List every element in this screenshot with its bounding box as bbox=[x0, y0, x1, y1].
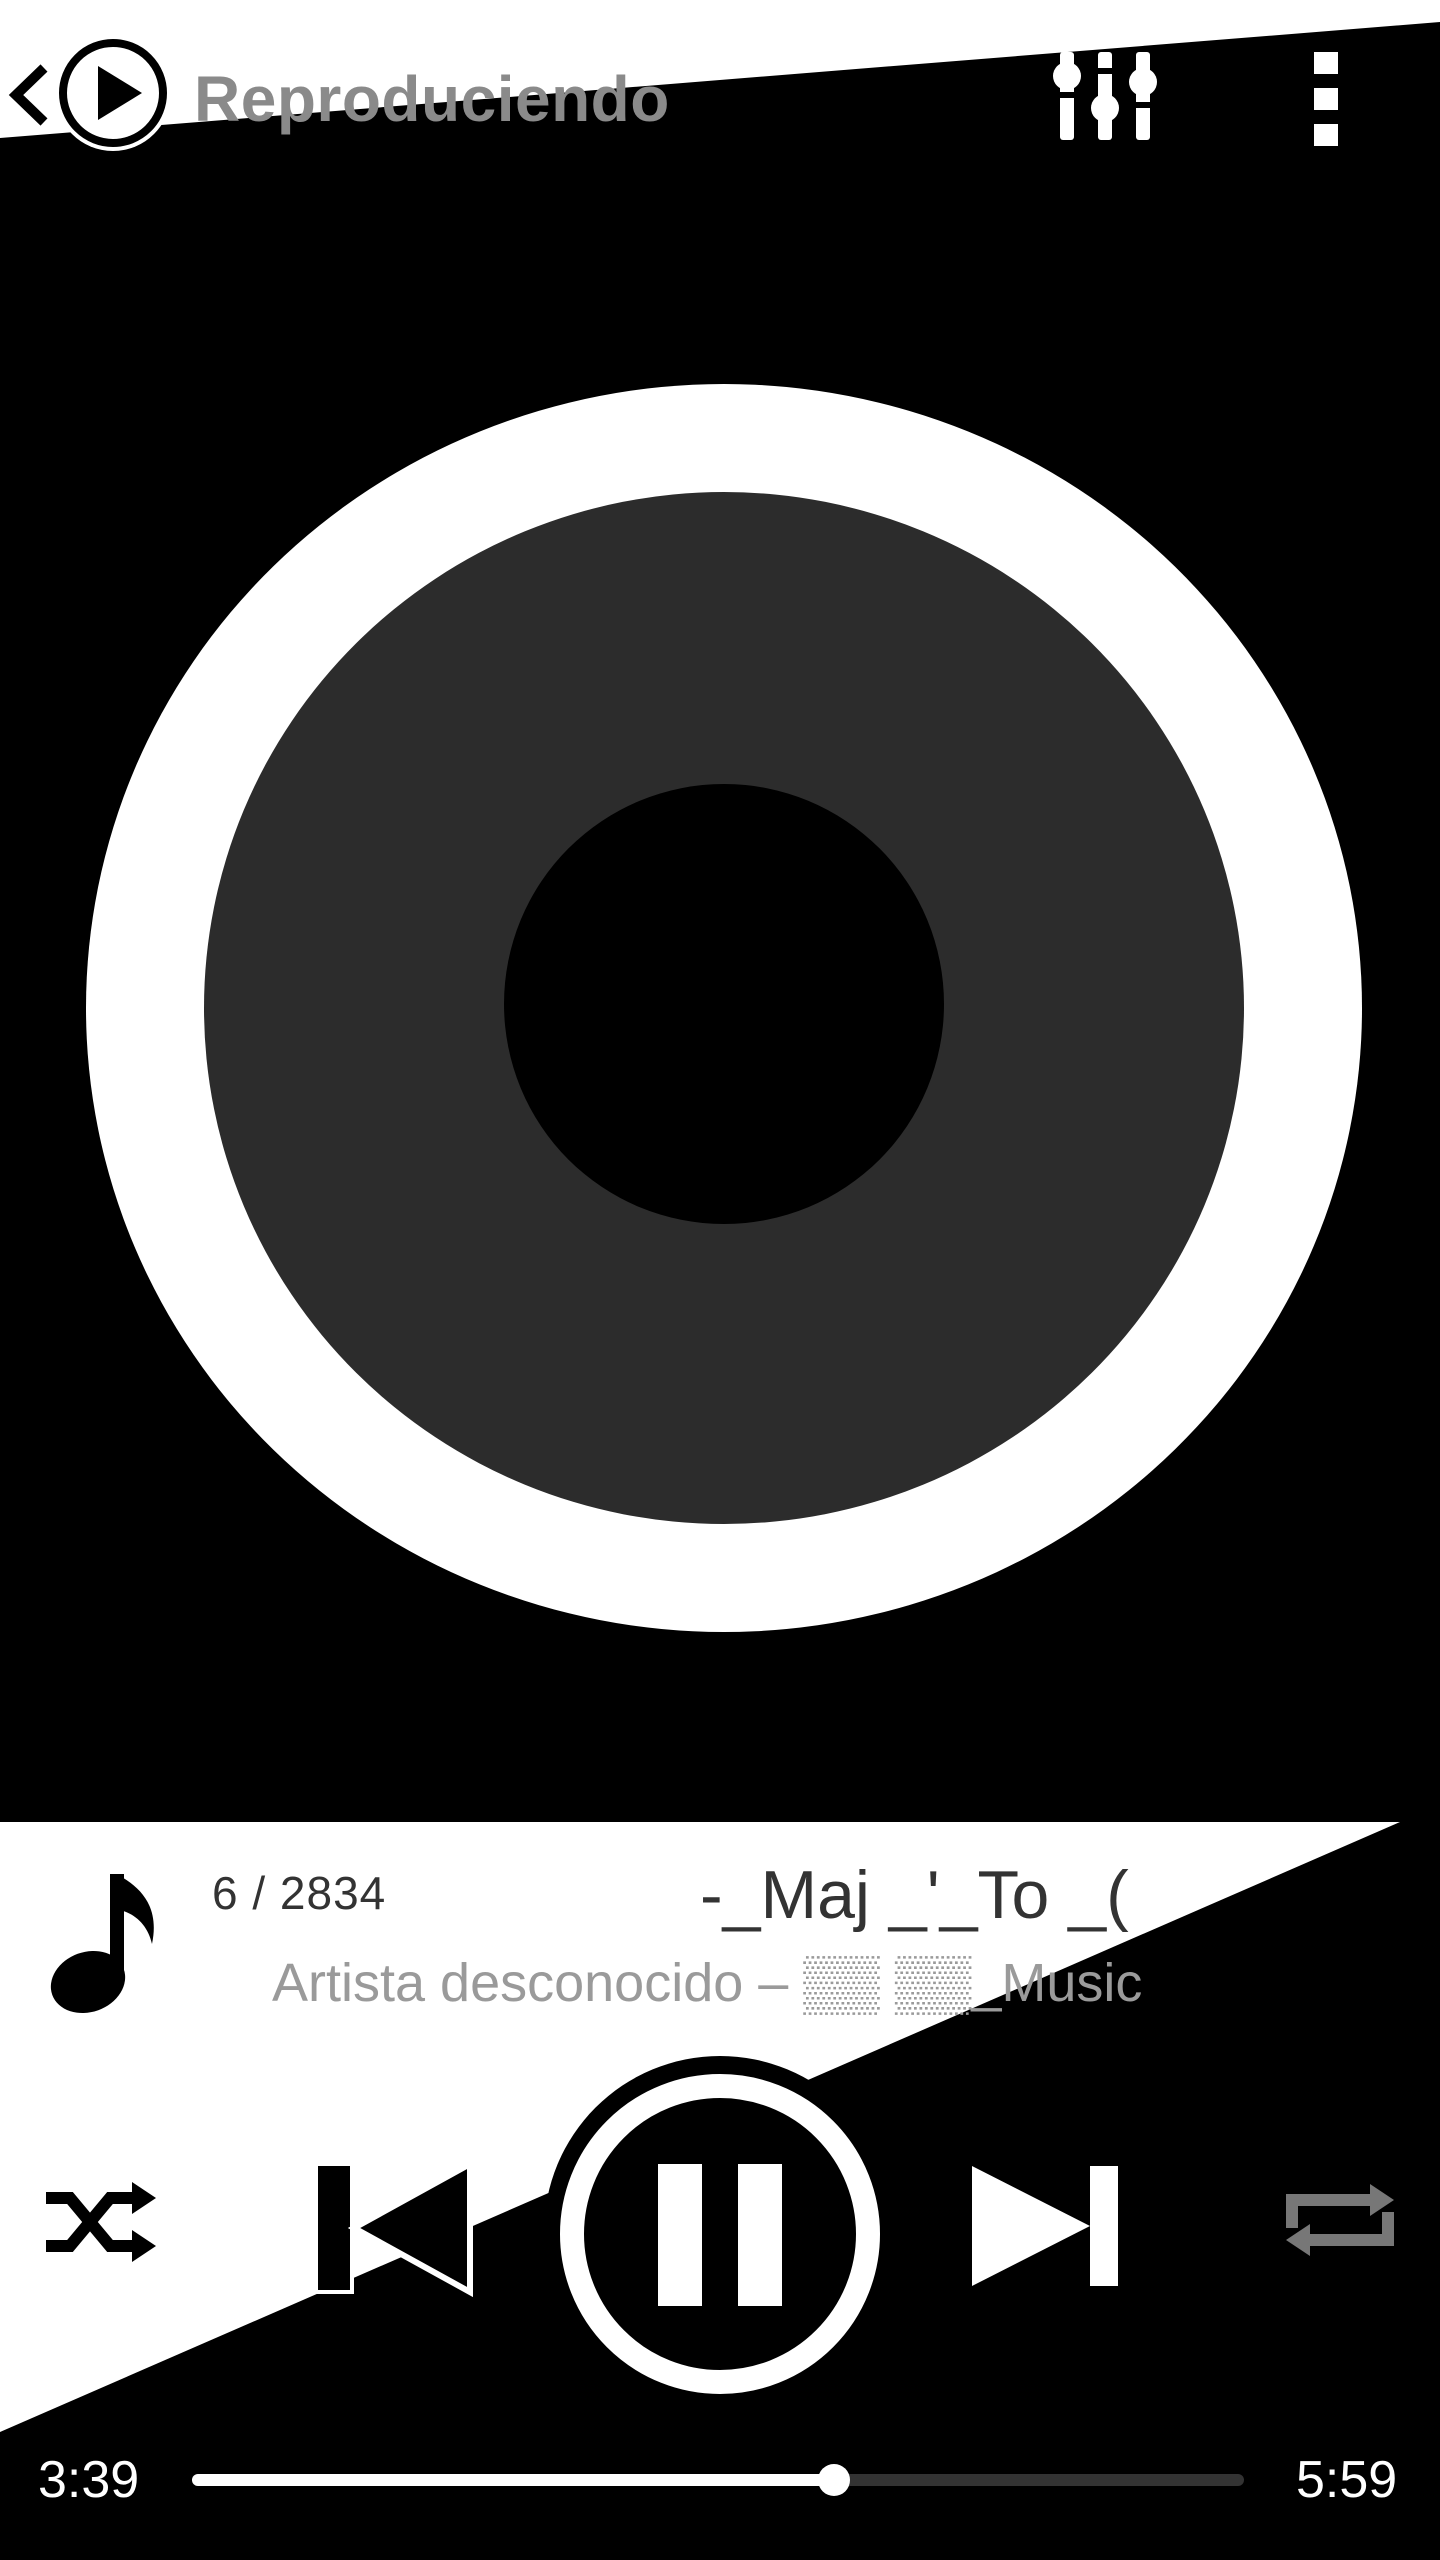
chevron-left-icon bbox=[8, 64, 48, 126]
elapsed-time: 3:39 bbox=[38, 2451, 140, 2509]
seek-progress bbox=[192, 2474, 834, 2486]
track-menu-button[interactable] bbox=[1306, 1876, 1362, 1996]
app-logo bbox=[52, 32, 174, 154]
shuffle-icon bbox=[46, 2182, 156, 2262]
music-note-icon bbox=[44, 1866, 164, 2016]
next-button[interactable] bbox=[960, 2160, 1130, 2300]
more-vert-icon bbox=[1319, 1879, 1349, 1993]
disc-placeholder-icon bbox=[0, 200, 1440, 1822]
repeat-button[interactable] bbox=[1280, 2170, 1400, 2270]
track-counter: 6 / 2834 bbox=[212, 1867, 387, 1919]
equalizer-icon bbox=[1053, 52, 1157, 140]
pause-icon bbox=[544, 2056, 896, 2408]
skip-next-icon bbox=[972, 2166, 1118, 2286]
play-pause-button[interactable] bbox=[540, 2052, 900, 2412]
previous-button[interactable] bbox=[300, 2150, 480, 2320]
total-time: 5:59 bbox=[1296, 2451, 1398, 2509]
equalizer-button[interactable] bbox=[1050, 48, 1160, 144]
play-circle-icon bbox=[55, 35, 171, 151]
track-title: -_Maj _'_To _( bbox=[700, 1857, 1129, 1933]
back-button[interactable] bbox=[6, 62, 52, 128]
repeat-icon bbox=[1286, 2184, 1394, 2256]
screen-title: Reproduciendo bbox=[194, 63, 670, 135]
seek-bar[interactable] bbox=[192, 2464, 1244, 2496]
album-art bbox=[0, 200, 1440, 1822]
track-artist-album: Artista desconocido – ▒▒ ▒▒_Music bbox=[272, 1953, 1143, 2013]
skip-previous-icon bbox=[314, 2158, 473, 2298]
shuffle-button[interactable] bbox=[40, 2172, 160, 2272]
overflow-menu-button[interactable] bbox=[1296, 48, 1356, 148]
more-vert-icon bbox=[1314, 52, 1338, 146]
seek-thumb[interactable] bbox=[817, 2464, 850, 2496]
